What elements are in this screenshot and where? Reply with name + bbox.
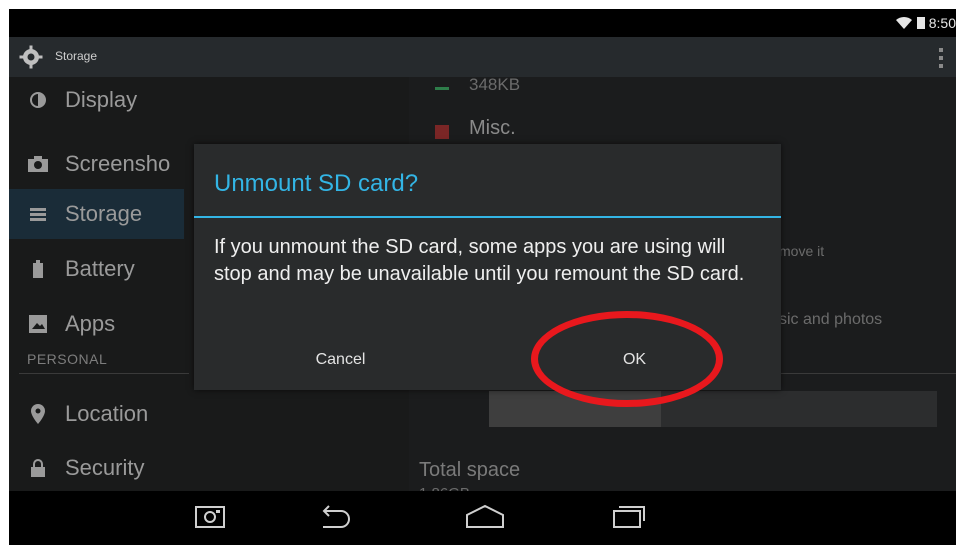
clock-time: 8:50	[928, 15, 956, 31]
dialog-title: Unmount SD card?	[214, 170, 419, 197]
display-icon	[27, 89, 49, 111]
lock-icon	[27, 457, 49, 479]
battery-icon	[27, 258, 49, 280]
sidebar-item-label: Screensho	[65, 151, 171, 176]
action-bar-title: Storage	[55, 49, 98, 63]
overflow-menu-icon[interactable]	[938, 47, 944, 69]
storage-usage-bar	[489, 391, 937, 427]
sidebar-item-label: Security	[65, 455, 145, 480]
total-space-label: Total space	[419, 459, 521, 481]
wifi-icon	[895, 16, 912, 29]
recent-apps-icon[interactable]	[611, 503, 647, 529]
battery-icon	[916, 17, 925, 29]
storage-size-value: 348KB	[469, 75, 521, 94]
camera-icon[interactable]	[194, 503, 226, 529]
sidebar-item-label: Apps	[65, 311, 116, 336]
sidebar-item-display[interactable]: Display	[9, 75, 409, 125]
status-bar: 8:50	[9, 9, 956, 37]
cancel-button[interactable]: Cancel	[194, 330, 487, 390]
dialog-message: If you unmount the SD card, some apps yo…	[214, 236, 745, 285]
location-pin-icon	[27, 403, 49, 425]
legend-swatch-green	[435, 87, 449, 90]
misc-label: Misc.	[469, 117, 516, 139]
back-icon[interactable]	[317, 503, 351, 529]
sidebar-item-label: Location	[65, 401, 149, 426]
legend-swatch-misc	[435, 125, 449, 139]
partial-description-1: move it	[779, 243, 825, 259]
sidebar-item-label: Display	[65, 87, 138, 112]
section-header-personal: PERSONAL	[27, 351, 108, 367]
status-indicators: 8:50	[895, 13, 956, 33]
sidebar-item-storage[interactable]: Storage	[9, 189, 184, 239]
navigation-bar	[9, 491, 956, 545]
action-bar: Storage	[9, 37, 956, 77]
apps-icon	[27, 313, 49, 335]
partial-description-2: sic and photos	[779, 311, 883, 328]
dialog-title-divider	[194, 216, 781, 218]
home-icon[interactable]	[464, 503, 506, 529]
highlight-ring-annotation	[531, 311, 723, 407]
sidebar-item-label: Battery	[65, 256, 135, 281]
sidebar-item-label: Storage	[65, 201, 143, 226]
section-divider	[19, 373, 189, 374]
device-screen: 8:50 Storage Display Screensho Storage B…	[9, 9, 956, 545]
settings-gear-icon[interactable]	[19, 45, 43, 69]
sidebar-item-location[interactable]: Location	[9, 389, 409, 439]
screenshot-icon	[27, 153, 49, 175]
storage-icon	[27, 203, 49, 225]
sidebar-item-security[interactable]: Security	[9, 443, 409, 493]
